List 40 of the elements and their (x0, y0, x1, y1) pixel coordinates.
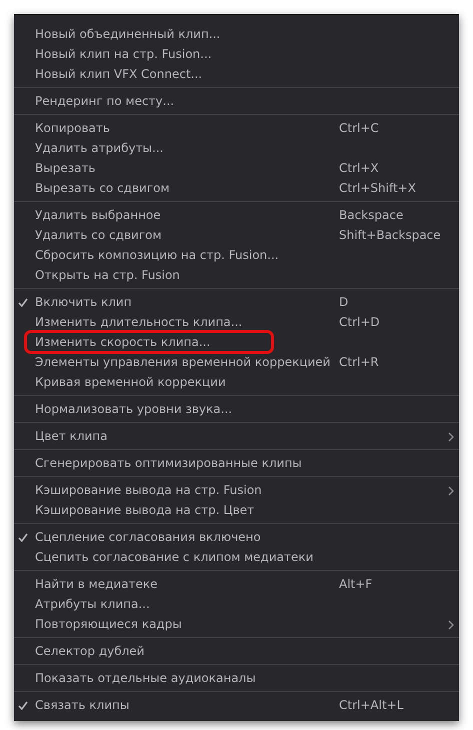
menu-item[interactable]: Удалить атрибуты... (14, 138, 459, 158)
menu-item[interactable]: Рендеринг по месту... (14, 91, 459, 111)
menu-item[interactable]: Атрибуты клипа... (14, 594, 459, 614)
menu-item[interactable]: Новый клип VFX Connect... (14, 64, 459, 84)
menu-item[interactable]: Кэширование вывода на стр. Цвет (14, 500, 459, 520)
menu-item[interactable]: Сгенерировать оптимизированные клипы (14, 453, 459, 473)
menu-item[interactable]: Открыть на стр. Fusion (14, 265, 459, 285)
menu-item[interactable]: Сцепление согласования включено (14, 527, 459, 547)
menu-item[interactable]: Показать отдельные аудиоканалы (14, 668, 459, 688)
menu-item[interactable]: Удалить выбранное Backspace (14, 205, 459, 225)
menu-item[interactable]: Изменить скорость клипа... (14, 332, 459, 352)
menu-item[interactable]: Удалить со сдвигом Shift+Backspace (14, 225, 459, 245)
menu-item[interactable]: Вырезать со сдвигом Ctrl+Shift+X (14, 178, 459, 198)
menu-item[interactable]: Включить клип D (14, 292, 459, 312)
shortcut-text: Shift+Backspace (339, 228, 442, 242)
menu-item[interactable]: Нормализовать уровни звука... (14, 399, 459, 419)
menu-item[interactable]: Новый объединенный клип... (14, 24, 459, 44)
shortcut-text: Ctrl+X (339, 161, 380, 175)
menu-item[interactable]: Повторяющиеся кадры (14, 614, 459, 634)
shortcut-text: Ctrl+Alt+L (339, 698, 404, 712)
shortcut-text: Ctrl+C (339, 121, 380, 135)
menu-item[interactable]: Вырезать Ctrl+X (14, 158, 459, 178)
menu-item[interactable]: Кривая временной коррекции (14, 372, 459, 392)
menu-item[interactable]: Сцепить согласование с клипом медиатеки (14, 547, 459, 567)
shortcut-text: Alt+F (339, 577, 374, 591)
menu-item[interactable]: Изменить длительность клипа... Ctrl+D (14, 312, 459, 332)
menu-item[interactable]: Элементы управления временной коррекцией Ctrl+R (14, 352, 459, 372)
menu-item[interactable]: Копировать Ctrl+C (14, 118, 459, 138)
menu-item[interactable]: Кэширование вывода на стр. Fusion (14, 480, 459, 500)
shortcut-text: Ctrl+R (339, 355, 380, 369)
shortcut-text: Backspace (339, 208, 404, 222)
menu-item[interactable]: Сбросить композицию на стр. Fusion... (14, 245, 459, 265)
shortcut-text: Ctrl+Shift+X (339, 181, 417, 195)
menu-item[interactable]: Новый клип на стр. Fusion... (14, 44, 459, 64)
shortcut-text: Ctrl+D (339, 315, 381, 329)
shortcut-text: D (339, 295, 350, 309)
menu-item[interactable]: Связать клипы Ctrl+Alt+L (14, 695, 459, 715)
menu-item[interactable]: Селектор дублей (14, 641, 459, 661)
menu-item[interactable]: Найти в медиатеке Alt+F (14, 574, 459, 594)
menu-item[interactable]: Цвет клипа (14, 426, 459, 446)
